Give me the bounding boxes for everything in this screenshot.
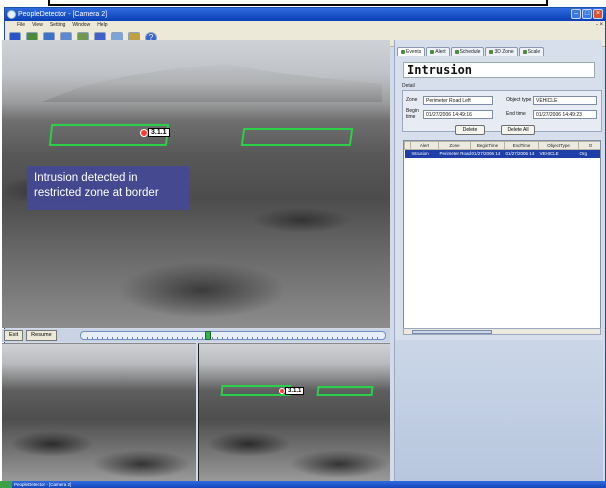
begin-time-row: Begin time 01/27/2006 14:49:16 <box>406 108 493 120</box>
table-cell: Org <box>578 149 600 158</box>
delete-button[interactable]: Delete <box>455 125 485 135</box>
menu-window[interactable]: Window <box>72 21 90 30</box>
object-type-field[interactable]: VEHICLE <box>533 95 597 105</box>
delete-all-button[interactable]: Delete All <box>501 125 535 135</box>
events-icon <box>401 49 405 54</box>
table-cell: 01/27/2006 14 <box>504 149 539 158</box>
resume-button[interactable]: Resume <box>26 330 57 341</box>
mountain-ridge <box>42 64 382 102</box>
column-header[interactable]: EndTime <box>504 141 539 150</box>
column-header[interactable]: O <box>578 141 600 150</box>
table-cell: 01/27/2006 14 <box>470 149 505 158</box>
zone-label: Zone <box>406 97 418 103</box>
timeline-slider[interactable] <box>79 331 386 340</box>
object-type-row: Object type VEHICLE <box>506 95 597 105</box>
exit-button[interactable]: Exit <box>4 330 24 341</box>
tab-events[interactable]: Events <box>397 47 426 56</box>
scale-icon <box>522 49 527 54</box>
close-icon[interactable]: × <box>593 9 603 19</box>
camera-thumbnail-1[interactable] <box>2 343 196 481</box>
alert-icon <box>430 49 435 54</box>
detail-section-label: Detail <box>402 83 415 89</box>
tab-schedule[interactable]: Schedule <box>450 47 485 56</box>
table-header: Alert Zone BeginTime EndTime ObjectType … <box>404 141 600 150</box>
begin-time-field[interactable]: 01/27/2006 14:49:16 <box>423 109 493 119</box>
camera-thumbnail-2[interactable]: 3.1.1 <box>198 343 390 481</box>
start-button[interactable] <box>0 481 12 488</box>
window-title: PeopleDetector - [Camera 2] <box>18 11 108 18</box>
target-label: 3.1.1 <box>148 128 170 137</box>
tab-alert[interactable]: Alert <box>426 47 450 56</box>
object-type-label: Object type <box>506 97 532 103</box>
taskbar: PeopleDetector - [Camera 2] <box>0 481 606 488</box>
table-cell: Intrusion <box>410 149 439 158</box>
menu-file[interactable]: File <box>17 21 25 30</box>
intrusion-overlay: Intrusion detected in restricted zone at… <box>27 166 189 210</box>
tab-3d-zone[interactable]: 3D Zone <box>485 47 518 56</box>
mdi-controls[interactable]: - × <box>596 21 603 30</box>
schedule-icon <box>454 49 459 54</box>
end-time-field[interactable]: 01/27/2006 14:49:23 <box>533 109 597 119</box>
scrollbar-thumb[interactable] <box>412 330 492 334</box>
column-header[interactable]: Zone <box>438 141 471 150</box>
taskbar-item[interactable]: PeopleDetector - [Camera 2] <box>14 482 71 487</box>
timeline-thumb[interactable] <box>205 331 212 340</box>
main-camera-view[interactable]: 3.1.1 Intrusion detected in restricted z… <box>2 40 390 328</box>
thumb-zone-right <box>316 386 374 396</box>
menu-help[interactable]: Help <box>97 21 107 30</box>
tab-scale[interactable]: Scale <box>518 47 545 56</box>
app-icon <box>7 10 16 19</box>
thumb-target-label: 3.1.1 <box>285 387 305 395</box>
maximize-icon[interactable]: □ <box>582 9 592 19</box>
column-header[interactable]: Alert <box>410 141 439 150</box>
column-header[interactable]: ObjectType <box>538 141 579 150</box>
alert-table: Alert Zone BeginTime EndTime ObjectType … <box>403 140 601 330</box>
alert-panel: Events Alert Schedule 3D Zone Scale Intr… <box>394 40 603 481</box>
menu-bar: File View Setting Window Help - × <box>5 21 605 30</box>
table-cell: VEHICLE <box>538 149 579 158</box>
window-controls: – □ × <box>571 9 603 19</box>
alert-heading: Intrusion <box>403 62 595 78</box>
begin-time-label: Begin time <box>406 108 419 120</box>
playback-controls: Exit Resume <box>2 329 390 342</box>
table-scrollbar[interactable] <box>403 328 601 335</box>
top-banner <box>48 0 548 6</box>
zone-icon <box>489 49 494 54</box>
menu-setting[interactable]: Setting <box>50 21 66 30</box>
timeline-ticks <box>86 337 379 339</box>
minimize-icon[interactable]: – <box>571 9 581 19</box>
panel-empty-area <box>395 340 603 481</box>
detection-zone-right <box>240 128 354 146</box>
table-cell: Perimeter Road <box>438 149 471 158</box>
zone-field[interactable]: Perimeter Road Left <box>423 95 493 105</box>
zone-row: Zone Perimeter Road Left <box>406 95 493 105</box>
end-time-row: End time 01/27/2006 14:49:23 <box>506 109 597 119</box>
target-marker-icon <box>140 129 148 137</box>
panel-tabs: Events Alert Schedule 3D Zone Scale <box>397 47 545 56</box>
column-header[interactable]: BeginTime <box>470 141 505 150</box>
menu-view[interactable]: View <box>32 21 43 30</box>
title-bar: PeopleDetector - [Camera 2] – □ × <box>5 8 605 21</box>
end-time-label: End time <box>506 111 526 117</box>
table-row[interactable]: Intrusion Perimeter Road 01/27/2006 14 0… <box>404 149 600 158</box>
